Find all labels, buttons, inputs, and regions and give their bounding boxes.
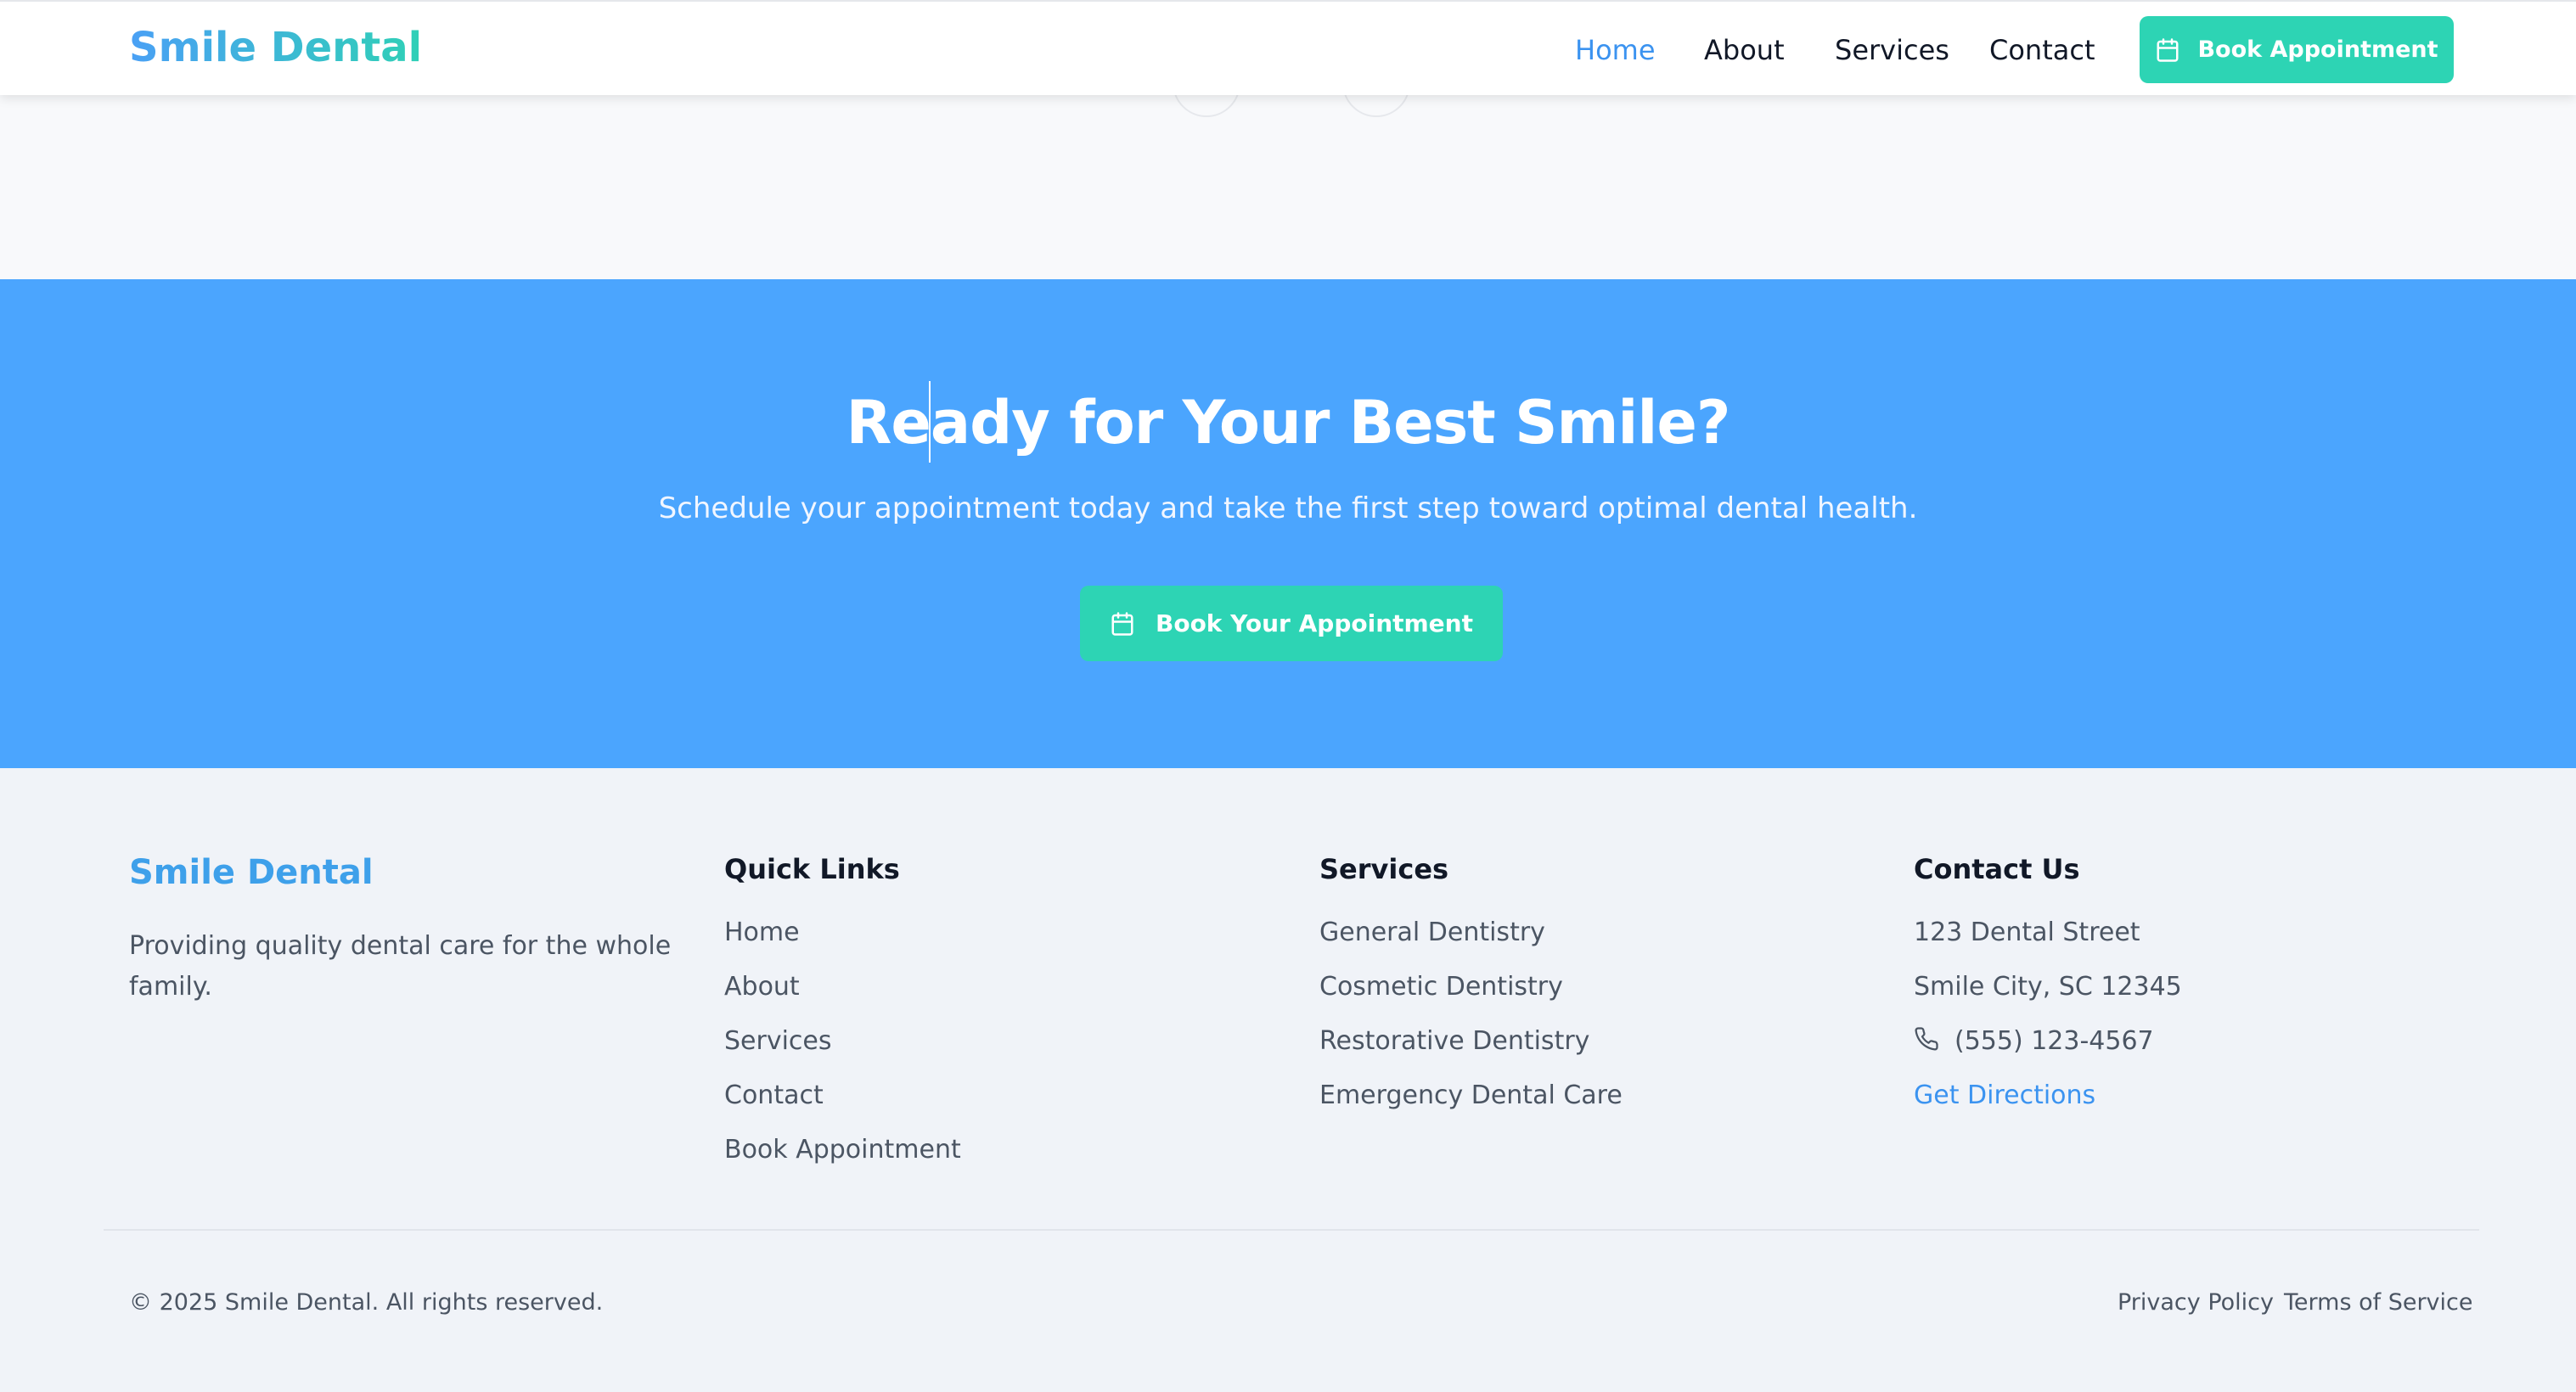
footer-link-contact[interactable]: Contact: [724, 1080, 961, 1135]
services-column: Services General Dentistry Cosmetic Dent…: [1319, 853, 1623, 1135]
contact-phone[interactable]: (555) 123-4567: [1954, 1026, 2154, 1057]
cta-title: Ready for Your Best Smile?: [846, 388, 1731, 457]
book-appointment-label: Book Appointment: [2197, 36, 2438, 63]
nav-about[interactable]: About: [1704, 34, 1785, 66]
brand-logo[interactable]: Smile Dental: [129, 24, 422, 71]
terms-of-service-link[interactable]: Terms of Service: [2284, 1289, 2473, 1316]
footer-link-about[interactable]: About: [724, 972, 961, 1026]
cta-section: Ready for Your Best Smile? Schedule your…: [0, 279, 2576, 768]
book-your-appointment-label: Book Your Appointment: [1155, 609, 1473, 637]
privacy-policy-link[interactable]: Privacy Policy: [2118, 1289, 2274, 1316]
footer-divider: [104, 1229, 2479, 1231]
service-emergency-dental-care[interactable]: Emergency Dental Care: [1319, 1080, 1623, 1135]
quick-links-column: Quick Links Home About Services Contact …: [724, 853, 961, 1189]
get-directions-link[interactable]: Get Directions: [1914, 1080, 2182, 1135]
nav-services[interactable]: Services: [1835, 34, 1949, 66]
contact-street: 123 Dental Street: [1914, 918, 2140, 947]
book-your-appointment-button[interactable]: Book Your Appointment: [1080, 586, 1503, 661]
copyright-text: © 2025 Smile Dental. All rights reserved…: [129, 1289, 604, 1316]
quick-links-heading: Quick Links: [724, 853, 900, 885]
service-general-dentistry[interactable]: General Dentistry: [1319, 918, 1623, 972]
calendar-icon: [2155, 36, 2180, 64]
top-navbar: Smile Dental Home About Services Contact…: [0, 0, 2576, 95]
contact-phone-row: (555) 123-4567: [1914, 1026, 2182, 1080]
phone-icon: [1914, 1026, 1939, 1052]
footer-link-book-appointment[interactable]: Book Appointment: [724, 1135, 961, 1189]
calendar-icon: [1110, 610, 1135, 637]
services-heading: Services: [1319, 853, 1449, 885]
footer-brand: Smile Dental: [129, 853, 374, 892]
footer-description: Providing quality dental care for the wh…: [129, 931, 672, 1002]
service-restorative-dentistry[interactable]: Restorative Dentistry: [1319, 1026, 1623, 1080]
cta-subtitle: Schedule your appointment today and take…: [658, 491, 1918, 525]
nav-home[interactable]: Home: [1575, 34, 1656, 66]
service-cosmetic-dentistry[interactable]: Cosmetic Dentistry: [1319, 972, 1623, 1026]
footer-link-services[interactable]: Services: [724, 1026, 961, 1080]
book-appointment-button[interactable]: Book Appointment: [2140, 16, 2454, 83]
contact-column: Contact Us 123 Dental Street Smile City,…: [1914, 853, 2182, 1135]
site-footer: Smile Dental Providing quality dental ca…: [0, 768, 2576, 1392]
contact-heading: Contact Us: [1914, 853, 2080, 885]
footer-link-home[interactable]: Home: [724, 918, 961, 972]
nav-contact[interactable]: Contact: [1989, 34, 2095, 66]
contact-city: Smile City, SC 12345: [1914, 972, 2182, 1002]
